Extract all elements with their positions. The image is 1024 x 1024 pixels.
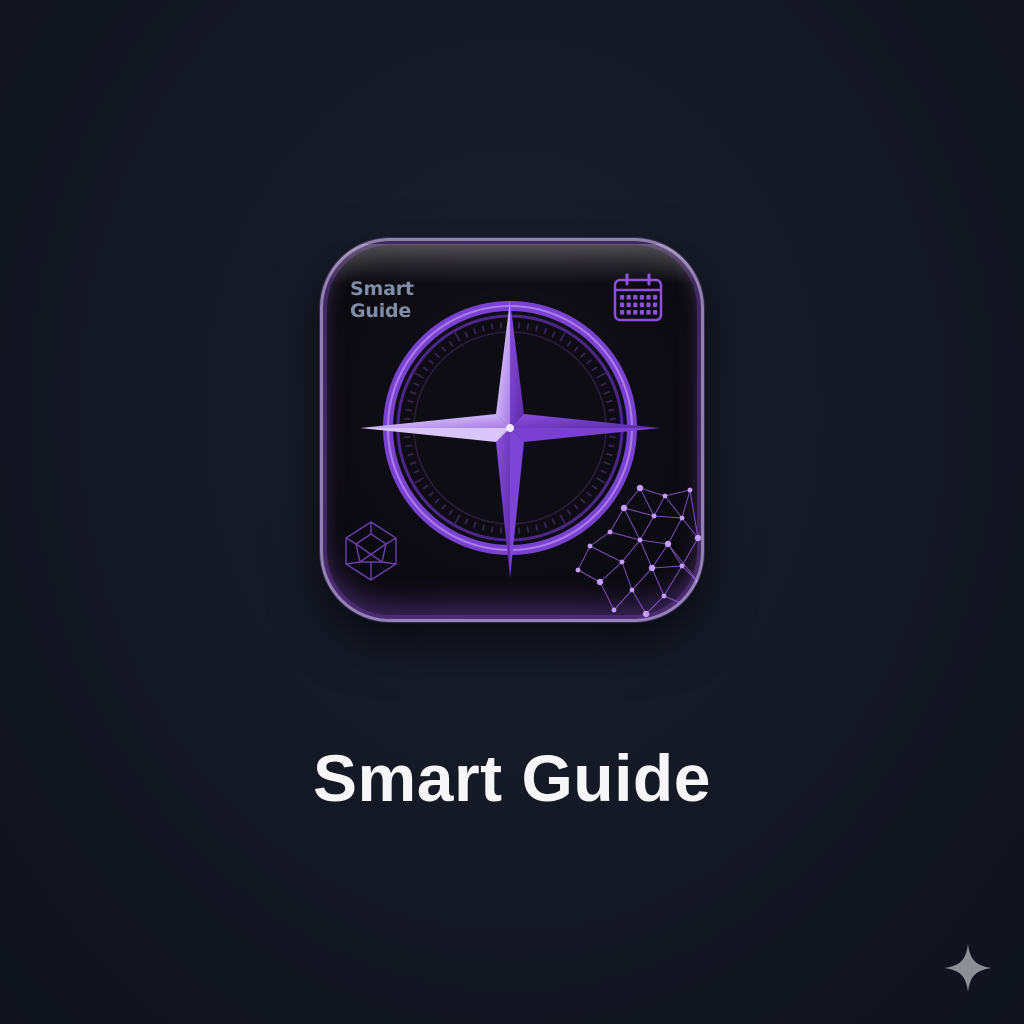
icon-caption-line2: Guide (350, 300, 412, 322)
app-icon[interactable]: Smart Guide (320, 238, 704, 622)
sparkle-icon (944, 944, 992, 992)
app-title: Smart Guide (313, 741, 711, 815)
stage: Smart Guide Smart Guide (0, 0, 1024, 1024)
icon-caption: Smart Guide (350, 278, 460, 322)
network-nodes-icon (575, 484, 702, 618)
calendar-icon (613, 273, 663, 322)
icon-caption-line1: Smart (350, 278, 414, 300)
gem-wireframe-icon (345, 521, 397, 581)
